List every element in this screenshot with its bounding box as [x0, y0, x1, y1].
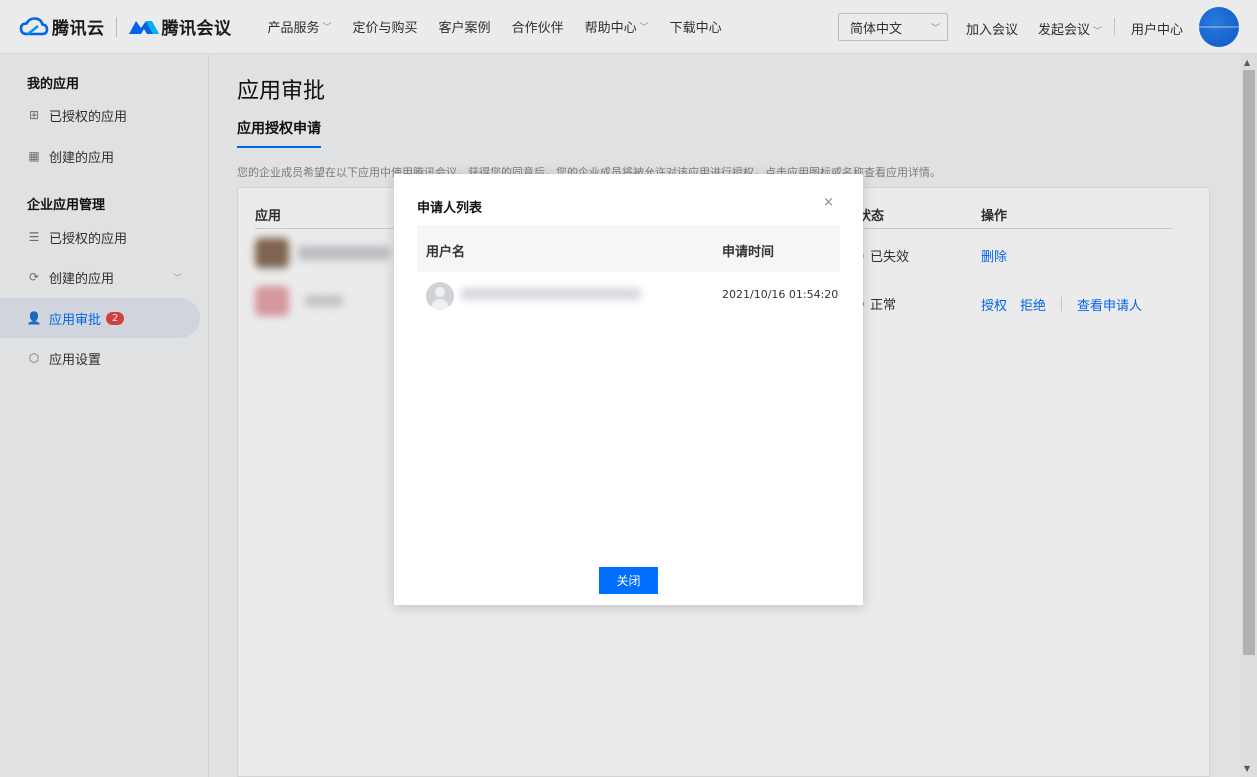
- modal-title: 申请人列表: [417, 201, 483, 216]
- column-header-apply-time: 申请时间: [722, 245, 775, 260]
- close-button[interactable]: 关闭: [599, 567, 658, 594]
- close-icon[interactable]: ×: [823, 195, 834, 210]
- apply-time: 2021/10/16 01:54:20: [722, 288, 839, 301]
- applicant-list-modal: 申请人列表 × 用户名 申请时间 2021/10/16 01:54:20 关闭: [394, 174, 863, 605]
- applicant-name-blurred: [461, 288, 641, 300]
- applicant-avatar-icon: [426, 282, 454, 310]
- column-header-username: 用户名: [426, 245, 466, 260]
- modal-table-header: [417, 225, 840, 272]
